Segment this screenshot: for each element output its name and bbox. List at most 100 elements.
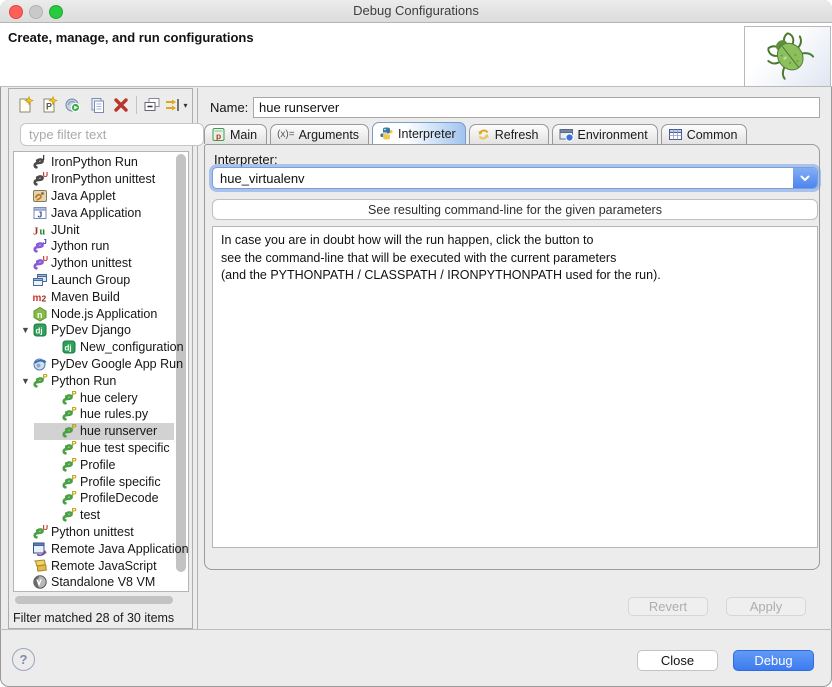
tab-common[interactable]: Common	[661, 124, 748, 144]
tree-item[interactable]: Launch Group	[14, 272, 188, 289]
debug-bug-icon	[744, 26, 831, 87]
tab-refresh[interactable]: Refresh	[469, 124, 549, 144]
remote-java-icon	[32, 541, 49, 557]
tree-item[interactable]: ▼ PPython Run	[14, 372, 188, 389]
new-prototype-button[interactable]: P	[37, 94, 61, 116]
tree-item[interactable]: Phue celery	[14, 389, 188, 406]
tree-item[interactable]: IIronPython Run	[14, 154, 188, 171]
name-input[interactable]	[253, 97, 820, 118]
tree-item[interactable]: Phue rules.py	[14, 406, 188, 423]
close-button[interactable]: Close	[637, 650, 718, 671]
python-config-icon: P	[61, 390, 78, 406]
tree-item[interactable]: PyDev Google App Run	[14, 356, 188, 373]
command-line-info-text: In case you are in doubt how will the ru…	[212, 226, 818, 548]
tree-item[interactable]: ▼djPyDev Django	[14, 322, 188, 339]
tree-item-label: Profile	[80, 458, 115, 472]
tree-item[interactable]: JuJUnit	[14, 221, 188, 238]
svg-text:J: J	[33, 225, 39, 237]
revert-button[interactable]: Revert	[628, 597, 708, 616]
tab-interpreter[interactable]: Interpreter	[372, 122, 466, 144]
apply-button[interactable]: Apply	[726, 597, 806, 616]
junit-icon: Ju	[32, 222, 49, 238]
tab-main[interactable]: pMain	[204, 124, 267, 144]
python-config-icon: P	[61, 423, 78, 439]
filter-status: Filter matched 28 of 30 items	[13, 611, 174, 625]
filter-configurations-button[interactable]: ▾	[164, 94, 188, 116]
tab-environment-icon	[559, 127, 574, 142]
tree-item[interactable]: djNew_configuration	[14, 339, 188, 356]
java-application-icon: J	[32, 205, 49, 221]
tree-item[interactable]: Phue test specific	[14, 440, 188, 457]
collapse-all-button[interactable]	[140, 94, 164, 116]
remote-js-icon	[32, 558, 49, 574]
svg-text:U: U	[43, 255, 48, 263]
ironpython-unittest-icon: U	[32, 171, 49, 187]
tab-common-icon	[668, 127, 683, 142]
python-config-icon: P	[61, 406, 78, 422]
expand-arrow-icon[interactable]: ▼	[19, 376, 32, 386]
filter-input[interactable]	[20, 123, 204, 146]
svg-text:m: m	[33, 293, 42, 304]
tree-item[interactable]: PProfile	[14, 456, 188, 473]
django-config-icon: dj	[61, 339, 78, 355]
tree-item[interactable]: Remote JavaScript	[14, 557, 188, 574]
tree-item[interactable]: UPython unittest	[14, 524, 188, 541]
export-configurations-button[interactable]	[61, 94, 85, 116]
tab-refresh-icon	[476, 127, 491, 142]
chevron-down-icon[interactable]	[793, 168, 817, 188]
tree-item-label: hue test specific	[80, 441, 170, 455]
tree-item[interactable]: Phue runserver	[14, 423, 188, 440]
tree-item[interactable]: JJava Application	[14, 204, 188, 221]
interpreter-combo-input[interactable]	[214, 169, 796, 187]
delete-configuration-button[interactable]	[109, 94, 133, 116]
tab-label: Arguments	[299, 128, 359, 142]
duplicate-configuration-button[interactable]	[85, 94, 109, 116]
dropdown-arrow-icon[interactable]: ▾	[183, 101, 187, 110]
svg-text:P: P	[46, 102, 52, 112]
tree-item-label: Python unittest	[51, 525, 134, 539]
interpreter-combo[interactable]	[212, 167, 818, 189]
svg-text:P: P	[43, 373, 48, 381]
tree-item[interactable]: Java Applet	[14, 188, 188, 205]
tree-item[interactable]: UIronPython unittest	[14, 171, 188, 188]
tree-item-label: PyDev Google App Run	[51, 357, 183, 371]
tree-item[interactable]: nNode.js Application	[14, 305, 188, 322]
tab-label: Common	[687, 128, 738, 142]
python-config-icon: P	[61, 457, 78, 473]
python-config-icon: P	[61, 507, 78, 523]
config-tab-bar: pMain (x)= Arguments Interpreter RefreshEnvi…	[204, 121, 750, 144]
svg-text:P: P	[72, 457, 77, 465]
tree-item[interactable]: JJython run	[14, 238, 188, 255]
panel-sash[interactable]	[197, 88, 198, 629]
tree-item[interactable]: Standalone V8 VM	[14, 574, 188, 591]
python-unittest-icon: U	[32, 524, 49, 540]
debug-button[interactable]: Debug	[733, 650, 814, 671]
tree-item-label: Jython run	[51, 239, 109, 253]
tree-item-label: Remote Java Application	[51, 542, 189, 556]
tab-arguments[interactable]: (x)= Arguments	[270, 124, 369, 144]
tree-item[interactable]: PProfileDecode	[14, 490, 188, 507]
svg-text:dj: dj	[36, 327, 43, 336]
tree-item[interactable]: Ptest	[14, 507, 188, 524]
jython-unittest-icon: U	[32, 255, 49, 271]
tab-args-icon: (x)=	[277, 129, 295, 140]
tree-item[interactable]: UJython unittest	[14, 255, 188, 272]
svg-text:U: U	[43, 171, 48, 179]
expand-arrow-icon[interactable]: ▼	[19, 325, 32, 335]
tree-horizontal-scrollbar[interactable]	[15, 596, 173, 604]
tab-environment[interactable]: Environment	[552, 124, 658, 144]
help-button[interactable]: ?	[12, 648, 35, 671]
configurations-toolbar: P▾	[13, 93, 188, 117]
see-command-line-button[interactable]: See resulting command-line for the given…	[212, 199, 818, 220]
svg-text:I: I	[43, 154, 45, 162]
tab-label: Interpreter	[398, 127, 456, 141]
tree-item-label: Maven Build	[51, 290, 120, 304]
tree-item[interactable]: Remote Java Application	[14, 540, 188, 557]
tree-item[interactable]: m2Maven Build	[14, 288, 188, 305]
configurations-tree: IIronPython Run UIronPython unittestJava…	[13, 151, 189, 592]
new-configuration-button[interactable]	[13, 94, 37, 116]
tree-item-label: New_configuration	[80, 340, 184, 354]
python-config-icon: P	[61, 440, 78, 456]
svg-text:n: n	[37, 309, 43, 319]
tree-item[interactable]: PProfile specific	[14, 473, 188, 490]
